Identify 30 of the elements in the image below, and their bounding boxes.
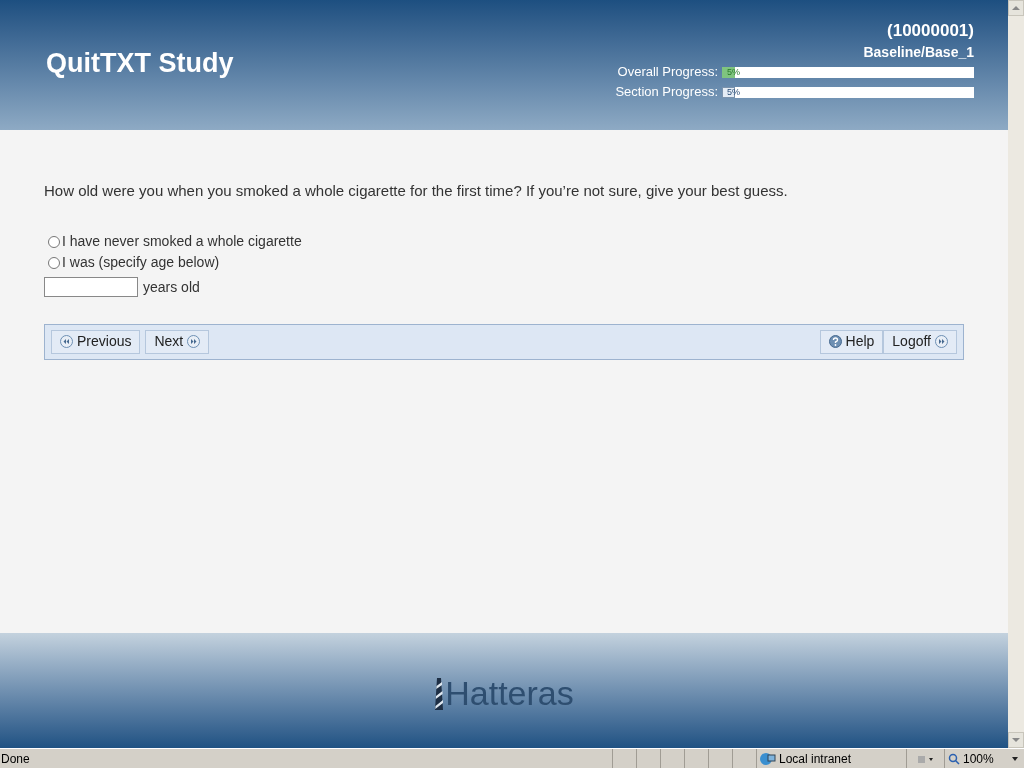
study-title: QuitTXT Study xyxy=(46,47,234,80)
radio-button[interactable] xyxy=(48,235,60,248)
network-icon xyxy=(760,751,776,766)
scroll-down-icon[interactable] xyxy=(1008,732,1024,748)
fast-forward-icon xyxy=(187,335,201,348)
lighthouse-icon xyxy=(434,676,445,710)
radio-button[interactable] xyxy=(48,256,60,269)
status-text: Done xyxy=(0,750,31,768)
previous-button[interactable]: Previous xyxy=(51,329,141,354)
zoom-icon xyxy=(948,752,960,765)
option-label: I was (specify age below) xyxy=(62,253,220,272)
help-icon xyxy=(828,335,842,348)
age-unit-label: years old xyxy=(143,277,200,297)
section-name: Baseline/Base_1 xyxy=(863,43,974,62)
progress-label: Section Progress: xyxy=(615,83,718,102)
option-label: I have never smoked a whole cigarette xyxy=(62,232,302,251)
zoom-button[interactable]: 100% xyxy=(944,749,1024,768)
fast-forward-icon xyxy=(935,335,948,348)
zone-label: Local intranet xyxy=(779,750,852,768)
scroll-up-icon[interactable] xyxy=(1008,0,1024,16)
progress-label: Overall Progress: xyxy=(617,63,718,82)
participant-id: (10000001) xyxy=(887,20,974,42)
rewind-icon xyxy=(60,335,73,348)
age-input[interactable] xyxy=(44,277,138,297)
question-text: How old were you when you smoked a whole cigarette for the first time? If you’re not sure, give your best guess. xyxy=(44,181,789,201)
progress-reading: 5% xyxy=(727,85,740,99)
logoff-button[interactable]: Logoff xyxy=(883,329,957,354)
help-button[interactable]: Help xyxy=(819,329,884,354)
next-button[interactable]: Next xyxy=(145,329,210,354)
hatteras-logo: Hatteras xyxy=(445,676,574,710)
